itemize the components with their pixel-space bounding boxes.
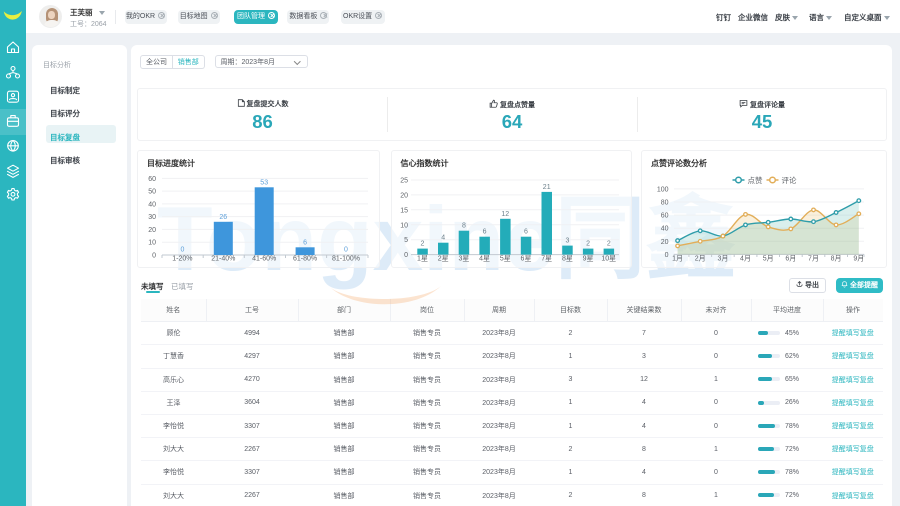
svg-text:3月: 3月 (717, 255, 728, 263)
svg-text:6: 6 (303, 239, 307, 246)
svg-text:8星: 8星 (561, 255, 572, 263)
svg-text:15: 15 (400, 207, 408, 214)
svg-text:26: 26 (219, 214, 227, 221)
svg-text:21-40%: 21-40% (211, 256, 235, 263)
svg-text:30: 30 (148, 214, 156, 221)
svg-text:41-60%: 41-60% (252, 256, 276, 263)
svg-text:10: 10 (148, 240, 156, 247)
svg-text:81-100%: 81-100% (332, 256, 360, 263)
svg-text:6: 6 (524, 229, 528, 236)
svg-text:评论: 评论 (782, 175, 797, 185)
svg-text:10星: 10星 (601, 255, 616, 263)
svg-text:7星: 7星 (541, 255, 552, 263)
svg-text:20: 20 (148, 227, 156, 234)
svg-text:4: 4 (441, 235, 445, 242)
svg-text:3星: 3星 (458, 255, 469, 263)
svg-text:2: 2 (420, 241, 424, 248)
svg-text:21: 21 (542, 184, 550, 191)
svg-text:20: 20 (400, 192, 408, 199)
svg-text:5星: 5星 (499, 255, 510, 263)
svg-text:1-20%: 1-20% (172, 256, 192, 263)
svg-text:2: 2 (606, 241, 610, 248)
svg-text:53: 53 (260, 179, 268, 186)
svg-text:8: 8 (461, 223, 465, 230)
svg-text:60: 60 (148, 176, 156, 183)
svg-text:1月: 1月 (672, 255, 683, 263)
svg-text:25: 25 (400, 178, 408, 185)
svg-text:0: 0 (344, 247, 348, 254)
svg-text:7月: 7月 (808, 255, 819, 263)
svg-text:8月: 8月 (831, 255, 842, 263)
svg-text:6月: 6月 (785, 255, 796, 263)
svg-text:61-80%: 61-80% (293, 256, 317, 263)
svg-text:点赞: 点赞 (748, 175, 763, 185)
svg-text:9星: 9星 (582, 255, 593, 263)
svg-text:0: 0 (152, 253, 156, 260)
svg-text:12: 12 (501, 211, 509, 218)
svg-text:5月: 5月 (763, 255, 774, 263)
svg-text:6: 6 (482, 229, 486, 236)
svg-text:40: 40 (661, 226, 669, 233)
svg-text:100: 100 (657, 186, 669, 193)
svg-text:20: 20 (661, 239, 669, 246)
svg-text:2月: 2月 (695, 255, 706, 263)
svg-text:50: 50 (148, 189, 156, 196)
svg-text:0: 0 (404, 252, 408, 259)
svg-text:60: 60 (661, 213, 669, 220)
svg-text:80: 80 (661, 200, 669, 207)
svg-text:10: 10 (400, 222, 408, 229)
svg-text:5: 5 (404, 237, 408, 244)
svg-text:40: 40 (148, 201, 156, 208)
svg-text:3: 3 (565, 238, 569, 245)
svg-text:0: 0 (180, 247, 184, 254)
svg-text:2星: 2星 (437, 255, 448, 263)
svg-text:2: 2 (586, 241, 590, 248)
svg-text:4星: 4星 (479, 255, 490, 263)
svg-text:4月: 4月 (740, 255, 751, 263)
svg-text:9月: 9月 (853, 255, 864, 263)
svg-text:0: 0 (665, 252, 669, 259)
svg-text:6星: 6星 (520, 255, 531, 263)
svg-text:1星: 1星 (417, 255, 428, 263)
